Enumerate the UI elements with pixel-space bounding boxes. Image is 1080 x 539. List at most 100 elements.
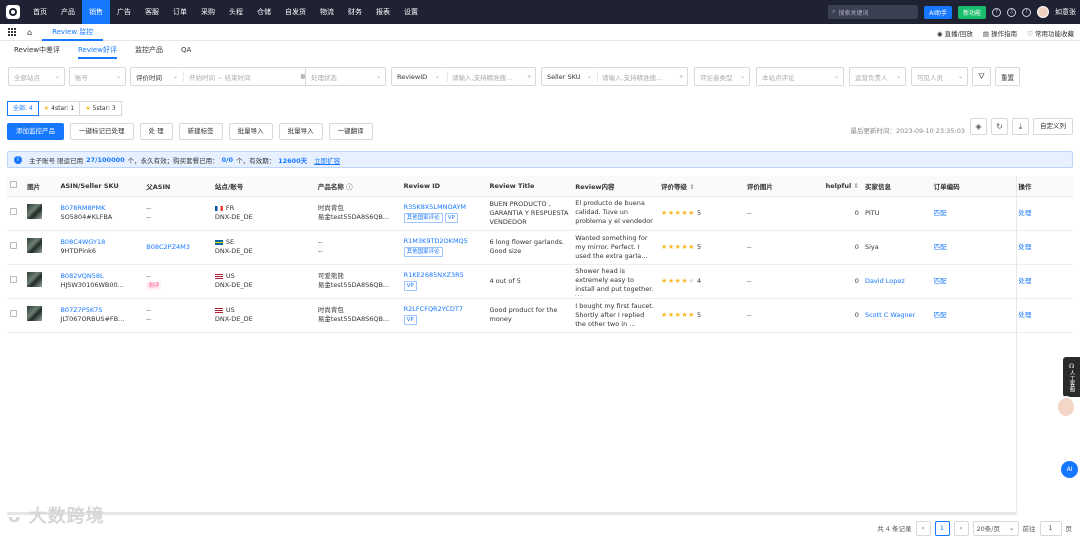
nav-item[interactable]: 财务	[341, 0, 369, 24]
product-thumbnail[interactable]	[27, 272, 43, 287]
asin-link[interactable]: B07Z7P5K7S	[60, 306, 140, 315]
filter-icon[interactable]: ⛛	[972, 67, 991, 86]
review-content[interactable]: El producto de buena calidad. Tuve un pr…	[575, 199, 655, 228]
row-checkbox[interactable]	[10, 208, 17, 215]
seller-sku-filter[interactable]: Seller SKU ⌄ 请输入,支持精准搜... ⌕	[541, 67, 688, 86]
col-helpful[interactable]: helpful ⇕	[810, 176, 862, 197]
chip-5star[interactable]: ★ 5star: 3	[79, 101, 122, 116]
row-checkbox[interactable]	[10, 310, 17, 317]
reviewer-type-select[interactable]: 评论者类型 ⌄	[694, 67, 750, 86]
bell-icon[interactable]: !	[1022, 7, 1031, 17]
headset-icon[interactable]: ♫	[1007, 7, 1016, 17]
product-thumbnail[interactable]	[27, 204, 43, 219]
match-order-link[interactable]: 匹配	[934, 311, 947, 319]
user-name[interactable]: 如意张	[1055, 7, 1076, 17]
nav-item[interactable]: 采购	[194, 0, 222, 24]
subtab-qa[interactable]: QA	[181, 42, 191, 59]
nav-item[interactable]: 广告	[110, 0, 138, 24]
user-avatar[interactable]	[1037, 6, 1049, 18]
review-id-input[interactable]: 请输入,支持精准搜...	[452, 72, 512, 82]
nav-item[interactable]: 头程	[222, 0, 250, 24]
guide-link[interactable]: ▤ 操作指南	[983, 28, 1017, 38]
tab-review-monitor[interactable]: Review 监控	[42, 24, 104, 41]
download-icon[interactable]: ⤓	[1012, 118, 1029, 135]
operator-select[interactable]: 运营负责人 ⌄	[849, 67, 906, 86]
review-id-link[interactable]: R2LFCFQR2YCDT7	[404, 305, 484, 314]
ai-assistant-button[interactable]: AI助手	[924, 5, 952, 19]
layers-icon[interactable]: ◈	[970, 118, 987, 135]
subtab-monitor-product[interactable]: 监控产品	[135, 42, 163, 59]
nav-item[interactable]: 自发货	[278, 0, 313, 24]
review-id-link[interactable]: R3SK8X5LMNOAYM	[404, 203, 484, 212]
visible-select[interactable]: 可见人员 ⌄	[911, 67, 968, 86]
product-thumbnail[interactable]	[27, 306, 43, 321]
asin-link[interactable]: B082VQN58L	[60, 272, 140, 281]
site-review-select[interactable]: 本站点评论 ⌄	[756, 67, 844, 86]
product-thumbnail[interactable]	[27, 238, 43, 253]
app-logo[interactable]	[6, 5, 20, 19]
nav-item[interactable]: 产品	[54, 0, 82, 24]
next-page-button[interactable]: ›	[953, 520, 969, 536]
expand-quota-link[interactable]: 立即扩容	[314, 155, 340, 165]
global-search-input[interactable]: ⌕ 搜索关键词	[828, 5, 919, 19]
buyer-name[interactable]: David Lopez	[865, 277, 905, 285]
asin-link[interactable]: B08C4WGY18	[60, 238, 140, 247]
refresh-icon[interactable]: ↻	[991, 118, 1008, 135]
review-id-filter[interactable]: ReviewID ⌄ 请输入,支持精准搜... ⌕	[391, 67, 536, 86]
chip-4star[interactable]: ★ 4star: 1	[37, 101, 81, 116]
row-checkbox[interactable]	[10, 276, 17, 283]
nav-item[interactable]: 销售	[82, 0, 110, 24]
subtab-positive-review[interactable]: Review好评	[77, 42, 117, 59]
review-content[interactable]: Shower head is extremely easy to install…	[575, 267, 655, 296]
process-button[interactable]: 处 理	[139, 123, 173, 140]
nav-item[interactable]: 首页	[26, 0, 54, 24]
process-link[interactable]: 处理	[1018, 243, 1031, 251]
batch-import-button-2[interactable]: 批量导入	[278, 123, 323, 140]
custom-columns-button[interactable]: 自定义列	[1033, 118, 1073, 135]
site-select[interactable]: 全部站点 ⌄	[8, 67, 65, 86]
mark-processed-button[interactable]: 一键标记已处理	[70, 123, 134, 140]
subtab-negative-review[interactable]: Review中差评	[14, 42, 60, 59]
col-rating[interactable]: 评价等级 ⇕	[658, 176, 744, 197]
process-link[interactable]: 处理	[1018, 209, 1031, 217]
goto-page-input[interactable]: 1	[1039, 520, 1062, 536]
review-id-link[interactable]: R1M3K9TD2OKMQ5	[404, 237, 484, 246]
page-number[interactable]: 1	[934, 520, 950, 536]
customer-service-tab[interactable]: ☊ 人工客服	[1063, 357, 1080, 397]
favorites-link[interactable]: ♡ 常用功能收藏	[1027, 28, 1074, 38]
reset-button[interactable]: 重置	[995, 67, 1020, 86]
parent-asin[interactable]: B08C2PZ4M3	[146, 243, 209, 252]
date-filter[interactable]: 评价时间 ⌄ 开始时间 ~ 结束时间 ▦	[130, 67, 311, 86]
nav-item[interactable]: 客服	[138, 0, 166, 24]
process-link[interactable]: 处理	[1018, 277, 1031, 285]
row-checkbox[interactable]	[10, 242, 17, 249]
review-id-link[interactable]: R1KE2685NXZ3R5	[404, 271, 484, 280]
batch-import-button[interactable]: 批量导入	[228, 123, 273, 140]
apps-grid-icon[interactable]	[8, 28, 16, 36]
select-all-checkbox[interactable]	[10, 181, 17, 189]
nav-item[interactable]: 报表	[369, 0, 397, 24]
process-link[interactable]: 处理	[1018, 311, 1031, 319]
new-features-button[interactable]: 新功能	[957, 5, 986, 19]
translate-button[interactable]: 一键翻译	[328, 123, 373, 140]
review-content[interactable]: Wanted something for my mirror. Perfect.…	[575, 234, 655, 261]
nav-item[interactable]: 订单	[166, 0, 194, 24]
nav-item[interactable]: 仓储	[250, 0, 278, 24]
match-order-link[interactable]: 匹配	[934, 277, 947, 285]
seller-sku-input[interactable]: 请输入,支持精准搜...	[602, 72, 662, 82]
chip-all[interactable]: 全部: 4	[7, 101, 39, 116]
page-size-select[interactable]: 20条/页 ⌄	[972, 520, 1019, 536]
prev-page-button[interactable]: ‹	[915, 520, 931, 536]
match-order-link[interactable]: 匹配	[934, 243, 947, 251]
buyer-name[interactable]: Scott C Wagner	[865, 311, 915, 319]
horizontal-scrollbar[interactable]	[7, 512, 1017, 515]
home-icon[interactable]: ⌂	[27, 28, 32, 37]
match-order-link[interactable]: 匹配	[934, 209, 947, 217]
live-replay-link[interactable]: ◉ 直播/回放	[937, 28, 973, 38]
nav-item[interactable]: 物流	[313, 0, 341, 24]
ai-fab-button[interactable]: AI	[1061, 461, 1078, 478]
account-select[interactable]: 账号 ⌄	[69, 67, 126, 86]
status-select[interactable]: 处理状态 ⌄	[305, 67, 386, 86]
review-content[interactable]: I bought my first faucet. Shortly after …	[575, 302, 655, 329]
nav-item[interactable]: 设置	[397, 0, 425, 24]
